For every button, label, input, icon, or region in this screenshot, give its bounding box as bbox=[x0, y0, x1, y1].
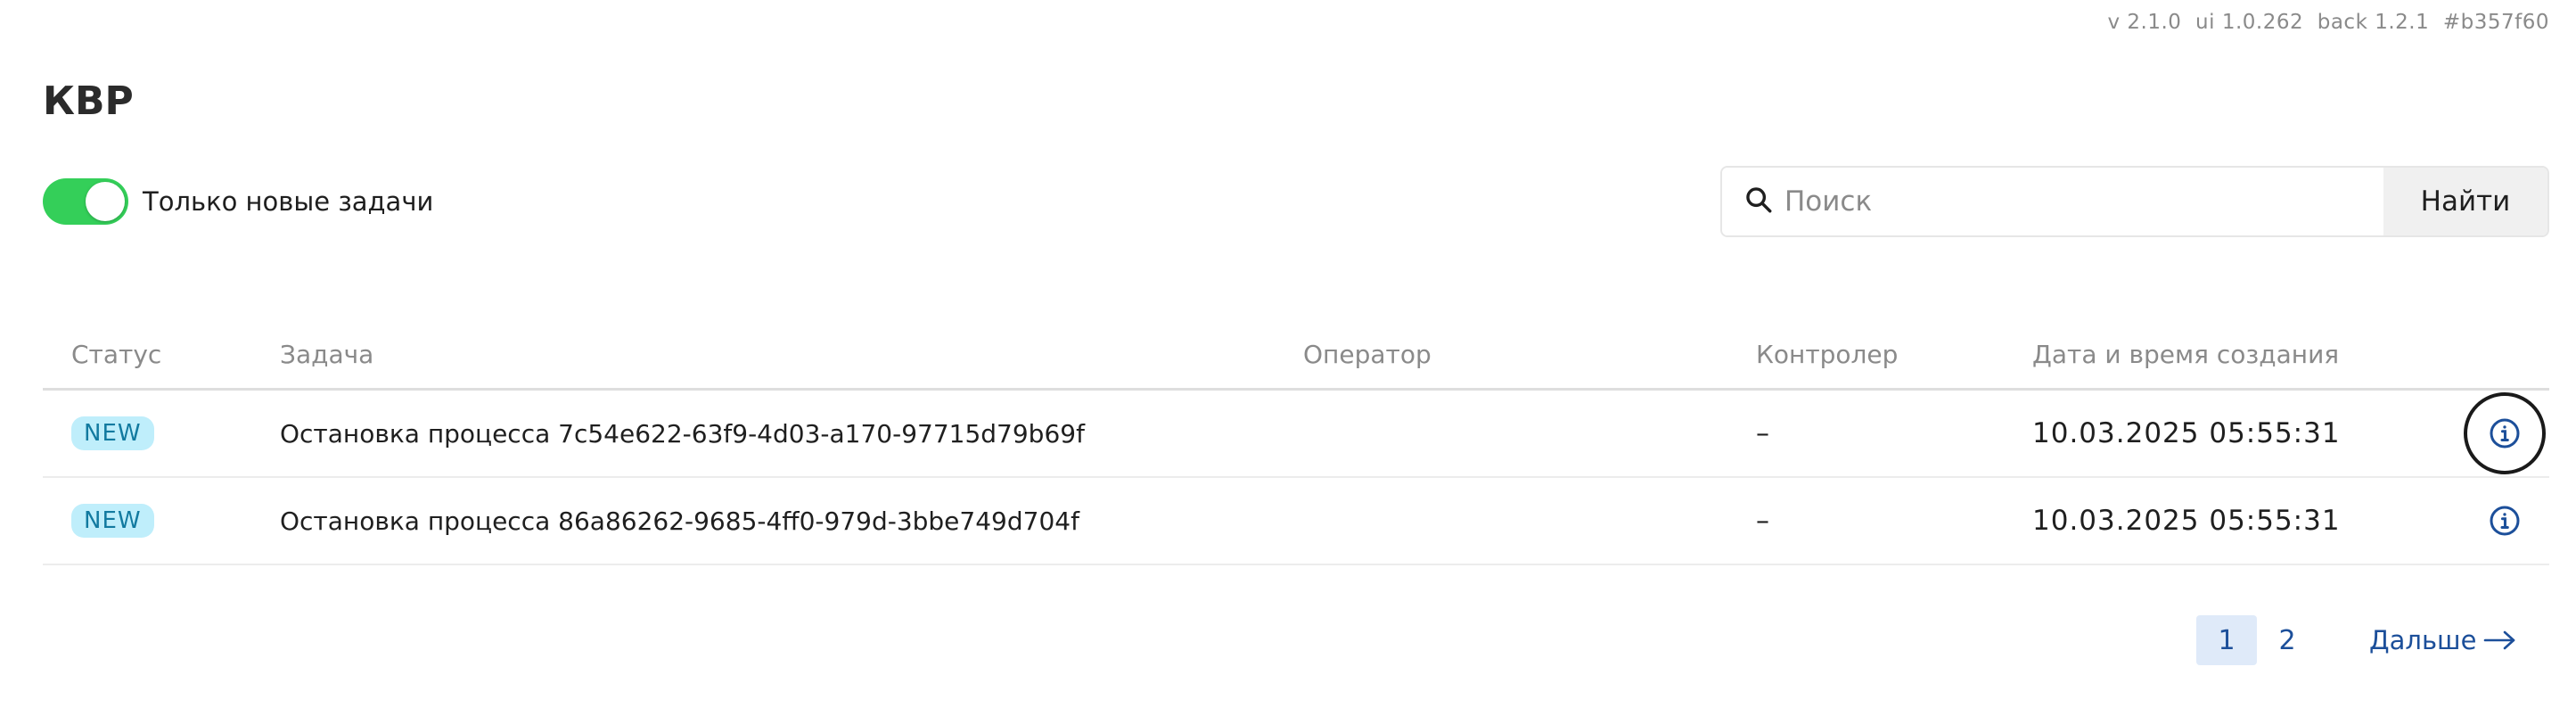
search-icon bbox=[1743, 185, 1774, 218]
status-badge: NEW bbox=[71, 504, 154, 538]
controller-cell: – bbox=[1756, 417, 1769, 449]
page-title: КВР bbox=[43, 78, 134, 124]
column-header-task[interactable]: Задача bbox=[280, 340, 373, 369]
task-cell: Остановка процесса 7c54e622-63f9-4d03-a1… bbox=[280, 418, 1085, 449]
table-row[interactable]: NEW Остановка процесса 7c54e622-63f9-4d0… bbox=[43, 391, 2549, 478]
column-header-created[interactable]: Дата и время создания bbox=[2032, 340, 2339, 369]
page-button-2[interactable]: 2 bbox=[2257, 615, 2318, 665]
next-page-label: Дальше bbox=[2369, 625, 2477, 655]
column-header-status[interactable]: Статус bbox=[71, 340, 161, 369]
arrow-right-icon bbox=[2484, 630, 2515, 650]
version-info: v 2.1.0 ui 1.0.262 back 1.2.1 #b357f60 bbox=[2107, 11, 2549, 34]
created-cell: 10.03.2025 05:55:31 bbox=[2032, 505, 2341, 537]
search-field bbox=[1722, 168, 2383, 235]
only-new-label: Только новые задачи bbox=[143, 186, 434, 217]
status-cell: NEW bbox=[71, 504, 154, 538]
info-icon bbox=[2490, 506, 2520, 536]
status-cell: NEW bbox=[71, 416, 154, 450]
table-row[interactable]: NEW Остановка процесса 86a86262-9685-4ff… bbox=[43, 478, 2549, 565]
search-bar: Найти bbox=[1720, 166, 2549, 237]
info-cell bbox=[2460, 480, 2549, 562]
tasks-table: Статус Задача Оператор Контролер Дата и … bbox=[43, 321, 2549, 565]
controller-cell: – bbox=[1756, 505, 1769, 537]
status-badge: NEW bbox=[71, 416, 154, 450]
info-button[interactable] bbox=[2464, 392, 2546, 474]
search-input[interactable] bbox=[1774, 168, 2383, 235]
created-cell: 10.03.2025 05:55:31 bbox=[2032, 417, 2341, 449]
column-header-controller[interactable]: Контролер bbox=[1756, 340, 1898, 369]
page-button-1[interactable]: 1 bbox=[2196, 615, 2257, 665]
pagination: 1 2 Дальше bbox=[2196, 615, 2517, 665]
info-icon bbox=[2490, 418, 2520, 449]
task-cell: Остановка процесса 86a86262-9685-4ff0-97… bbox=[280, 506, 1079, 536]
info-button[interactable] bbox=[2464, 480, 2546, 562]
next-page-link[interactable]: Дальше bbox=[2369, 625, 2517, 655]
info-cell bbox=[2460, 392, 2549, 474]
toggle-knob bbox=[86, 182, 125, 221]
only-new-filter: Только новые задачи bbox=[43, 178, 433, 225]
only-new-toggle[interactable] bbox=[43, 178, 128, 225]
table-header: Статус Задача Оператор Контролер Дата и … bbox=[43, 321, 2549, 391]
column-header-operator[interactable]: Оператор bbox=[1303, 340, 1432, 369]
search-button[interactable]: Найти bbox=[2383, 168, 2547, 235]
